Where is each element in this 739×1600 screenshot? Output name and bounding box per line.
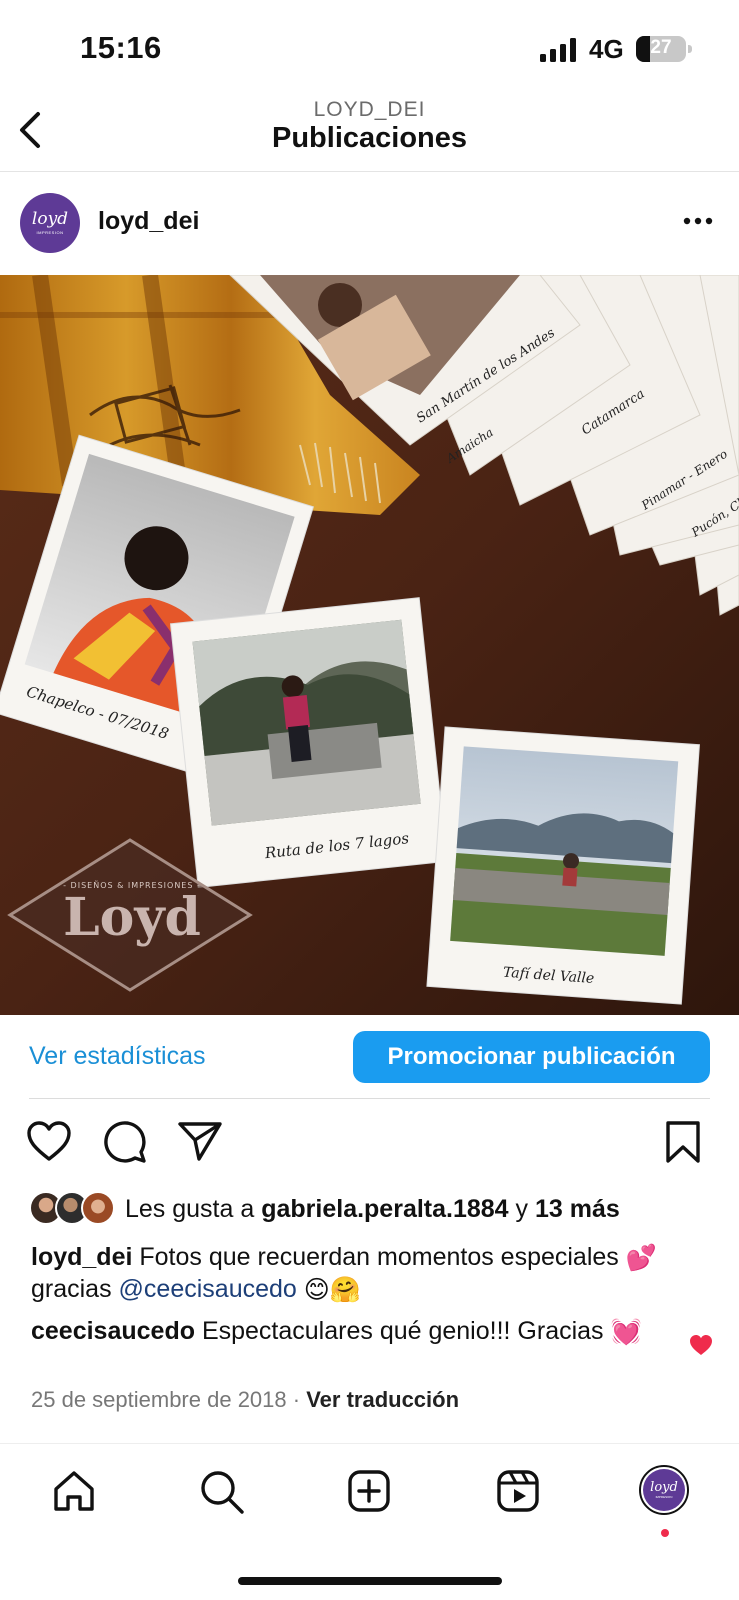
- avatar-logo-subtext: IMPRESION: [36, 230, 64, 235]
- save-bookmark-icon[interactable]: [665, 1120, 701, 1164]
- profile-logo-subtext: IMPRESION: [655, 1495, 673, 1499]
- profile-tab-avatar[interactable]: loyd IMPRESION: [639, 1465, 689, 1515]
- post-caption: loyd_dei Fotos que recuerdan momentos es…: [31, 1242, 711, 1306]
- home-icon[interactable]: [52, 1469, 96, 1513]
- page-header: LOYD_DEI Publicaciones: [0, 98, 739, 172]
- likes-connector: y: [508, 1195, 535, 1223]
- network-type: 4G: [589, 34, 624, 64]
- signal-icon: [540, 38, 576, 62]
- liker-username[interactable]: gabriela.peralta.1884: [261, 1195, 508, 1223]
- top-comment: ceecisaucedo Espectaculares qué genio!!!…: [31, 1316, 681, 1348]
- profile-logo-text: loyd: [650, 1480, 678, 1495]
- more-options-icon[interactable]: [683, 216, 713, 226]
- caption-mention[interactable]: @ceecisaucedo: [119, 1275, 297, 1303]
- caption-text: Fotos que recuerdan momentos especiales: [132, 1243, 626, 1271]
- battery-level: 27: [650, 37, 672, 58]
- reels-icon[interactable]: [496, 1469, 540, 1513]
- battery-icon: 27: [636, 36, 692, 62]
- view-insights-link[interactable]: Ver estadísticas: [29, 1042, 205, 1071]
- post-date: 25 de septiembre de 2018: [31, 1387, 287, 1412]
- caption-username[interactable]: loyd_dei: [31, 1243, 132, 1271]
- post-header: loyd IMPRESION loyd_dei: [0, 172, 739, 274]
- search-icon[interactable]: [199, 1469, 245, 1515]
- comment-like-heart-icon[interactable]: [689, 1334, 713, 1356]
- post-image[interactable]: San Martín de los Andes Amaicha Catamarc…: [0, 275, 739, 1015]
- header-account-name: LOYD_DEI: [313, 98, 426, 121]
- avatar-logo-text: loyd: [31, 209, 69, 229]
- status-time: 15:16: [80, 30, 162, 65]
- comment-username[interactable]: ceecisaucedo: [31, 1317, 195, 1345]
- liker-avatar: [81, 1191, 115, 1225]
- smile-hug-emoji: 😊🤗: [303, 1275, 361, 1304]
- insights-row: Ver estadísticas Promocionar publicación: [0, 1015, 739, 1099]
- polaroid-tafi: Tafí del Valle: [426, 726, 700, 1005]
- post-username[interactable]: loyd_dei: [98, 207, 199, 236]
- caption-text-2: gracias: [31, 1274, 119, 1303]
- like-heart-icon[interactable]: [26, 1120, 72, 1162]
- status-bar: 15:16 4G 27: [0, 0, 739, 98]
- home-indicator: [238, 1577, 502, 1585]
- likes-prefix: Les gusta a: [125, 1195, 262, 1223]
- see-translation-link[interactable]: Ver traducción: [306, 1387, 459, 1412]
- meta-separator: ·: [286, 1387, 307, 1412]
- divider: [29, 1098, 710, 1099]
- create-post-icon[interactable]: [347, 1469, 391, 1513]
- watermark-title: Loyd: [63, 887, 201, 948]
- likes-row[interactable]: Les gusta a gabriela.peralta.1884 y 13 m…: [29, 1189, 729, 1229]
- page-title: Publicaciones: [271, 122, 467, 154]
- likes-text: Les gusta a gabriela.peralta.1884 y 13 m…: [125, 1195, 620, 1224]
- post-actions: [0, 1118, 739, 1168]
- share-send-icon[interactable]: [177, 1120, 223, 1162]
- beating-heart-emoji: 💓: [610, 1317, 642, 1346]
- post-image-art: San Martín de los Andes Amaicha Catamarc…: [0, 275, 739, 1015]
- comment-icon[interactable]: [103, 1120, 147, 1164]
- polaroid-ruta: Ruta de los 7 lagos: [169, 597, 448, 888]
- two-hearts-emoji: 💕: [625, 1243, 657, 1272]
- comment-text: Espectaculares qué genio!!! Gracias: [195, 1317, 611, 1345]
- notification-dot: [661, 1529, 669, 1537]
- promote-post-button[interactable]: Promocionar publicación: [353, 1031, 710, 1083]
- likes-count[interactable]: 13 más: [535, 1195, 620, 1223]
- avatar[interactable]: loyd IMPRESION: [20, 193, 80, 253]
- bottom-tab-bar: loyd IMPRESION: [0, 1443, 739, 1600]
- post-meta: 25 de septiembre de 2018 · Ver traducció…: [31, 1387, 459, 1413]
